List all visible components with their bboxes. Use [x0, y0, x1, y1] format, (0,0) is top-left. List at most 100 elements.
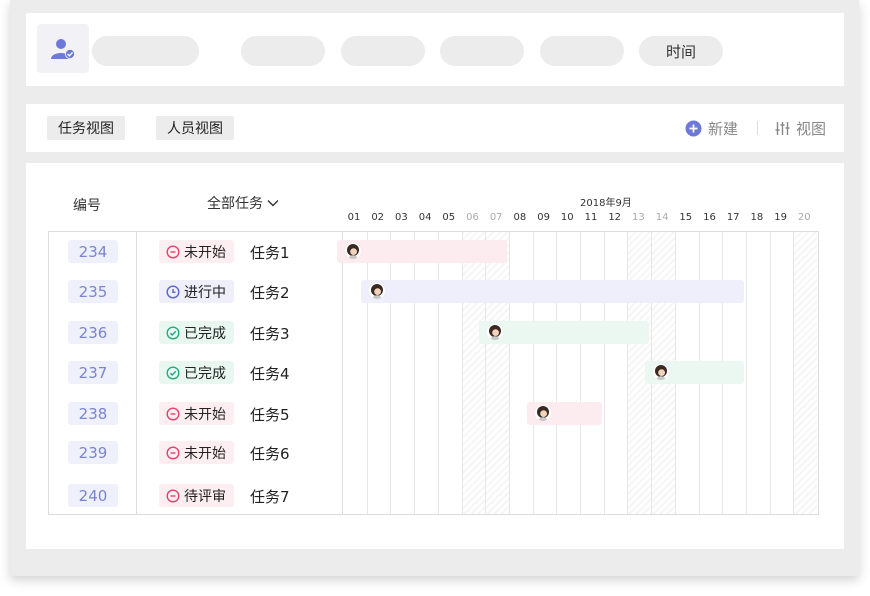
day-label: 13: [632, 212, 645, 223]
all-tasks-label: 全部任务: [207, 196, 263, 212]
gantt-panel: 编号 全部任务 2018年9月 01 02 03 04 05 06 07 08 09 10 11 12…: [26, 163, 844, 549]
task-name[interactable]: 任务1: [250, 242, 290, 263]
assignee-avatar[interactable]: [534, 405, 551, 421]
status-label: 待评审: [184, 488, 226, 505]
status-badge[interactable]: 已完成: [159, 361, 234, 384]
gantt-bar[interactable]: [645, 361, 744, 384]
clock-icon: [166, 284, 180, 299]
task-name[interactable]: 任务5: [250, 404, 290, 425]
day-column-line: [366, 232, 368, 514]
all-tasks-dropdown[interactable]: 全部任务: [207, 193, 279, 213]
task-id-badge[interactable]: 235: [68, 280, 118, 303]
day-label: 15: [679, 212, 693, 223]
day-label: 02: [371, 212, 385, 223]
filter-pill-4[interactable]: [440, 36, 524, 66]
day-column-line: [414, 232, 416, 514]
task-name[interactable]: 任务6: [250, 443, 290, 464]
chevron-down-icon: [267, 200, 279, 207]
assignee-avatar[interactable]: [345, 243, 361, 259]
day-column-line: [793, 232, 795, 514]
day-column-line: [532, 232, 534, 514]
minus-circle-icon: [166, 244, 180, 259]
task-id-badge[interactable]: 234: [68, 240, 118, 263]
day-label: 04: [418, 212, 432, 223]
task-id-badge[interactable]: 237: [68, 361, 118, 384]
day-label: 12: [608, 212, 622, 223]
task-id-badge[interactable]: 240: [68, 484, 118, 507]
status-label: 未开始: [184, 406, 226, 423]
status-label: 已完成: [184, 365, 226, 382]
task-id-badge[interactable]: 238: [68, 402, 118, 425]
check-circle-icon: [166, 365, 180, 380]
minus-circle-icon: [166, 406, 180, 421]
assignee-avatar[interactable]: [368, 283, 385, 299]
new-button[interactable]: 新建: [685, 116, 738, 140]
view-settings-label: 视图: [796, 119, 827, 138]
filter-pill-5[interactable]: [540, 36, 624, 66]
gantt-grid: 234 未开始 任务1 235 进行中 任务2 236 已完成 任务3 237 已完成 任务4 238 未…: [48, 231, 819, 515]
id-column-header: 编号: [73, 198, 101, 214]
view-settings-button[interactable]: 视图: [775, 116, 826, 140]
tab-task-view-label: 任务视图: [58, 121, 114, 137]
tab-task-view[interactable]: 任务视图: [47, 116, 125, 140]
day-label: 14: [655, 212, 669, 223]
day-column-line: [485, 232, 487, 514]
tab-people-view[interactable]: 人员视图: [156, 116, 234, 140]
day-label: 17: [726, 212, 740, 223]
plus-circle-icon: [685, 120, 702, 136]
view-toolbar: 任务视图 人员视图 新建 视图: [26, 104, 844, 152]
status-badge[interactable]: 未开始: [159, 441, 234, 464]
gantt-bar[interactable]: [337, 240, 507, 263]
status-badge[interactable]: 未开始: [159, 402, 234, 425]
filter-pill-1[interactable]: [92, 36, 199, 66]
day-label: 16: [703, 212, 716, 223]
day-label: 06: [466, 212, 479, 223]
top-filter-bar: 时间: [26, 13, 844, 86]
time-filter-label: 时间: [665, 42, 696, 61]
day-label: 09: [537, 212, 550, 223]
assignee-avatar[interactable]: [653, 364, 670, 380]
gantt-bar[interactable]: [360, 280, 744, 303]
status-label: 未开始: [184, 445, 226, 462]
day-column-line: [508, 232, 510, 514]
gantt-bar[interactable]: [526, 402, 602, 425]
day-column-line: [437, 232, 439, 514]
day-label: 19: [774, 212, 787, 223]
status-badge[interactable]: 待评审: [159, 484, 234, 507]
task-id-badge[interactable]: 239: [68, 441, 118, 464]
status-badge[interactable]: 未开始: [159, 240, 234, 263]
status-badge[interactable]: 已完成: [159, 321, 234, 344]
gantt-bar[interactable]: [479, 321, 650, 344]
task-name[interactable]: 任务4: [250, 363, 290, 384]
status-label: 已完成: [184, 325, 226, 342]
weekend-column: [461, 232, 486, 514]
weekend-column: [485, 232, 509, 514]
task-id-badge[interactable]: 236: [68, 321, 118, 344]
day-label: 05: [442, 212, 456, 223]
minus-circle-icon: [166, 445, 180, 460]
day-label: 10: [560, 212, 574, 223]
day-column-line: [769, 232, 771, 514]
time-filter-button[interactable]: 时间: [639, 36, 723, 66]
toolbar-divider: [757, 121, 758, 135]
filter-pill-3[interactable]: [341, 36, 425, 66]
day-column-line: [390, 232, 392, 514]
user-filter-button[interactable]: [37, 24, 89, 73]
day-column-line: [627, 232, 629, 514]
task-name[interactable]: 任务3: [250, 323, 290, 344]
day-label: 08: [513, 212, 527, 223]
status-label: 进行中: [184, 284, 226, 301]
status-label: 未开始: [184, 244, 226, 261]
day-label: 01: [347, 212, 361, 223]
day-column-line: [556, 232, 558, 514]
user-check-icon: [51, 38, 75, 59]
filter-pill-2[interactable]: [241, 36, 325, 66]
task-name[interactable]: 任务7: [250, 486, 290, 507]
day-label: 03: [395, 212, 408, 223]
id-column-divider: [136, 232, 137, 514]
day-label: 20: [797, 212, 811, 223]
status-badge[interactable]: 进行中: [159, 280, 234, 303]
assignee-avatar[interactable]: [487, 324, 504, 340]
task-name[interactable]: 任务2: [250, 282, 290, 303]
minus-circle-icon: [166, 488, 180, 503]
